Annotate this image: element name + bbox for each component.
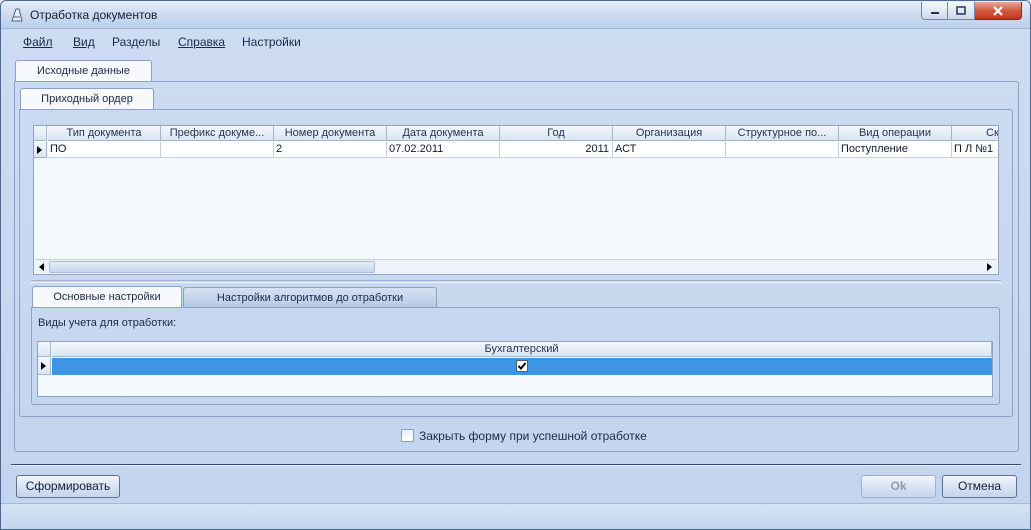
table-cell[interactable]: ПО: [48, 142, 161, 158]
table-cell[interactable]: 2011: [500, 142, 613, 158]
menu-help[interactable]: Справка: [178, 35, 225, 49]
table-cell[interactable]: Поступление: [839, 142, 952, 158]
menu-settings[interactable]: Настройки: [242, 35, 301, 49]
close-button[interactable]: [975, 2, 1022, 20]
column-header[interactable]: Вид операции: [839, 126, 952, 141]
menu-file-label: Файл: [23, 35, 53, 49]
menu-help-label: Справка: [178, 35, 226, 49]
close-icon: [993, 5, 1003, 16]
minimize-icon: [930, 11, 939, 14]
menu-settings-label: Настройки: [242, 35, 301, 49]
column-header[interactable]: Ск: [952, 126, 998, 141]
ok-button[interactable]: Ok: [861, 475, 936, 498]
tab-basic-settings[interactable]: Основные настройки: [32, 286, 182, 308]
title-bar[interactable]: Отработка документов: [1, 1, 1030, 29]
tab-receipt-order[interactable]: Приходный ордер: [20, 88, 154, 110]
table-cell[interactable]: 07.02.2011: [387, 142, 500, 158]
grid-corner: [34, 126, 47, 141]
table-cell[interactable]: П Л №1: [952, 142, 998, 158]
status-bar: [1, 503, 1030, 529]
accounting-types-label: Виды учета для отработки:: [38, 317, 177, 329]
current-row-arrow-icon: [41, 362, 46, 370]
document-process-icon: [11, 8, 23, 22]
bookkeeping-checkbox[interactable]: [516, 360, 528, 372]
table-cell[interactable]: 2: [274, 142, 387, 158]
current-row-arrow-icon: [37, 146, 42, 154]
table-cell[interactable]: [726, 142, 839, 158]
maximize-icon: [956, 5, 966, 15]
column-header[interactable]: Структурное по...: [726, 126, 839, 141]
tab-receipt-order-label: Приходный ордер: [41, 93, 133, 105]
menu-sections[interactable]: Разделы: [112, 35, 160, 49]
tab-basic-settings-label: Основные настройки: [53, 291, 161, 303]
cancel-button[interactable]: Отмена: [942, 475, 1017, 498]
window-title: Отработка документов: [30, 8, 158, 22]
separator: [11, 464, 1021, 466]
tab-source-data-label: Исходные данные: [37, 65, 130, 77]
menu-file[interactable]: Файл: [23, 35, 53, 49]
table-cell[interactable]: [161, 142, 274, 158]
menu-view[interactable]: Вид: [73, 35, 95, 49]
column-header[interactable]: Номер документа: [274, 126, 387, 141]
tab-algorithm-settings[interactable]: Настройки алгоритмов до отработки: [183, 287, 437, 307]
accounting-types-grid[interactable]: Бухгалтерский: [37, 341, 993, 397]
column-header[interactable]: Год: [500, 126, 613, 141]
maximize-button[interactable]: [948, 2, 975, 20]
row-indicator[interactable]: [34, 142, 47, 158]
close-form-label[interactable]: Закрыть форму при успешной отработке: [419, 429, 647, 443]
tab-algorithm-settings-label: Настройки алгоритмов до отработки: [216, 292, 404, 304]
column-header[interactable]: Организация: [613, 126, 726, 141]
close-form-checkbox[interactable]: [401, 429, 414, 442]
generate-button[interactable]: Сформировать: [16, 475, 120, 498]
grid-corner: [38, 342, 51, 357]
table-cell[interactable]: АСТ: [613, 142, 726, 158]
column-header[interactable]: Тип документа: [48, 126, 161, 141]
column-header[interactable]: Префикс докуме...: [161, 126, 274, 141]
checkmark-icon: [517, 362, 527, 370]
horizontal-scrollbar[interactable]: [35, 259, 997, 274]
splitter[interactable]: [31, 280, 1001, 283]
selected-row[interactable]: [52, 358, 992, 375]
column-header[interactable]: Дата документа: [387, 126, 500, 141]
scroll-right-icon[interactable]: [987, 263, 992, 271]
column-header-accounting[interactable]: Бухгалтерский: [52, 342, 992, 357]
main-window: Отработка документов Файл Вид Разделы Сп…: [0, 0, 1031, 530]
scroll-left-icon[interactable]: [39, 263, 44, 271]
scroll-thumb[interactable]: [49, 261, 375, 273]
tab-source-data[interactable]: Исходные данные: [15, 60, 152, 82]
documents-grid[interactable]: Тип документа Префикс докуме... Номер до…: [33, 125, 999, 275]
menu-view-label: Вид: [73, 35, 95, 49]
row-indicator[interactable]: [38, 358, 51, 375]
minimize-button[interactable]: [921, 2, 948, 20]
menu-sections-label: Разделы: [112, 35, 161, 49]
